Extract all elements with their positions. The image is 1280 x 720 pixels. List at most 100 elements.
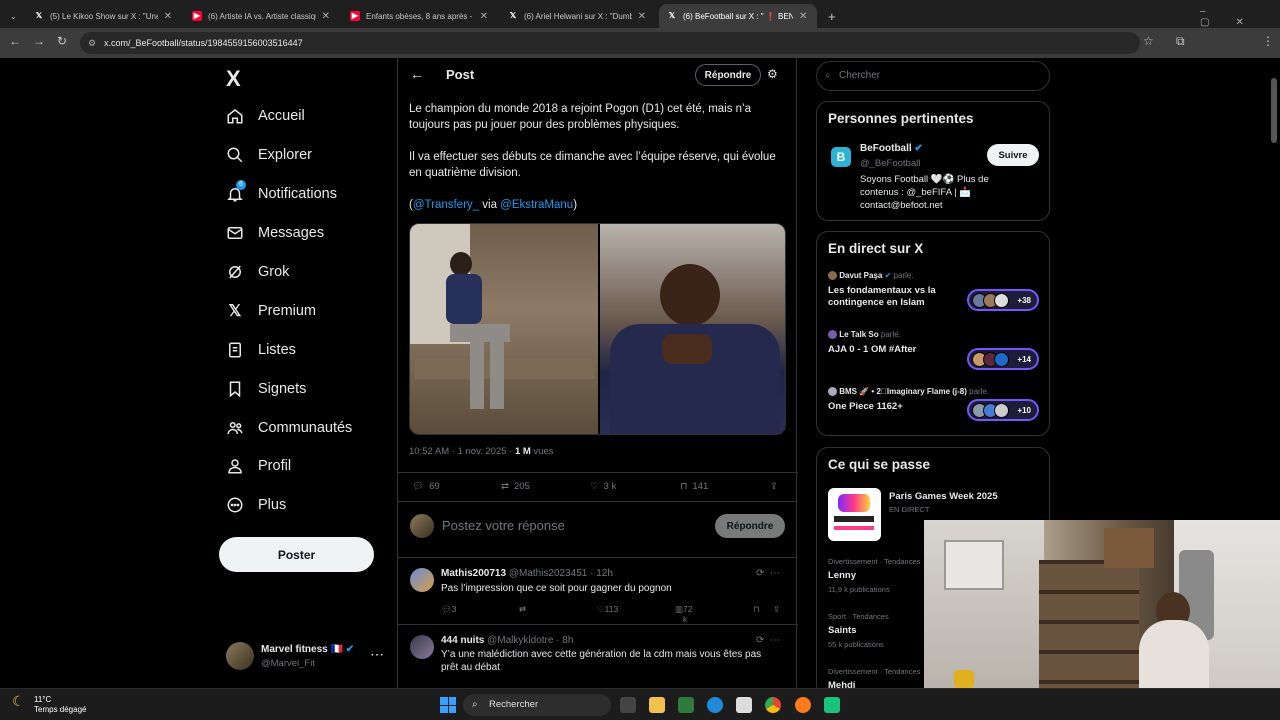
close-tab-icon[interactable]: ✕: [799, 11, 807, 22]
post-photo[interactable]: [410, 224, 598, 434]
sidebar-item-accueil[interactable]: Accueil: [226, 101, 305, 131]
avatar: [828, 330, 837, 340]
reply-input[interactable]: Postez votre réponse: [442, 518, 565, 533]
avatar: [410, 635, 434, 659]
taskbar-search[interactable]: ⌕ Rechercher: [463, 694, 611, 716]
avatar: [828, 387, 837, 397]
chrome-icon[interactable]: [765, 697, 781, 713]
search-icon: [226, 146, 244, 164]
close-tab-icon[interactable]: ✕: [480, 11, 488, 22]
firefox-icon[interactable]: [795, 697, 811, 713]
mention-link[interactable]: @Transfery_: [413, 199, 479, 211]
search-icon: ⌕: [472, 699, 478, 710]
back-arrow-icon[interactable]: ←: [9, 34, 21, 48]
store-icon[interactable]: [736, 697, 752, 713]
bell-icon: 6: [226, 180, 246, 203]
repost-icon: ⇄: [501, 481, 509, 492]
repost-icon[interactable]: ⇄: [519, 604, 526, 615]
app-icon[interactable]: [824, 697, 840, 713]
sidebar-item-premium[interactable]: 𝕏 Premium: [226, 296, 316, 326]
sidebar-item-signets[interactable]: Signets: [226, 374, 306, 404]
site-info-icon[interactable]: ⚙: [88, 32, 96, 54]
list-icon: [226, 341, 244, 359]
moon-icon: ☾: [12, 693, 25, 709]
tab-list-button[interactable]: ⌄: [2, 4, 22, 28]
comment-icon[interactable]: 💬︎ 3: [441, 604, 457, 615]
reply-more-icons[interactable]: ⟳ ⋯: [756, 635, 780, 646]
reply-action[interactable]: 💬︎ 69: [412, 481, 440, 492]
event-thumbnail[interactable]: [828, 488, 881, 541]
edge-icon[interactable]: [707, 697, 723, 713]
reply-button[interactable]: Répondre: [695, 64, 761, 86]
sidebar-item-notifications[interactable]: 6 Notifications: [226, 179, 337, 209]
heart-icon: ♡: [590, 481, 599, 492]
share-action[interactable]: ⇪: [770, 481, 778, 492]
windows-start-icon[interactable]: [440, 697, 456, 713]
bookmark-icon[interactable]: ⊓: [753, 604, 760, 615]
browser-chrome: ⌄ 𝕏 (5) Le Kikoo Show sur X : "Une ✕ ▶ (…: [0, 0, 1280, 58]
sidebar-item-listes[interactable]: Listes: [226, 335, 296, 365]
sidebar-item-messages[interactable]: Messages: [226, 218, 324, 248]
page-scrollbar[interactable]: [1271, 78, 1277, 143]
task-view-icon[interactable]: [620, 697, 636, 713]
reply-submit-button[interactable]: Répondre: [715, 514, 785, 538]
reply-item[interactable]: Mathis200713 @Mathis2023451 · 12h ⟳ ⋯ Pa…: [398, 558, 798, 625]
sidebar-item-profil[interactable]: Profil: [226, 451, 291, 481]
befootball-avatar[interactable]: B: [831, 147, 851, 167]
menu-icon[interactable]: ⋮: [1262, 34, 1274, 48]
card-title: Personnes pertinentes: [828, 111, 974, 126]
sidebar-item-explorer[interactable]: Explorer: [226, 140, 312, 170]
file-explorer-icon[interactable]: [649, 697, 665, 713]
x-logo-icon[interactable]: X: [226, 66, 241, 92]
app-icon[interactable]: [678, 697, 694, 713]
views-icon[interactable]: ▥ 72 k: [675, 604, 693, 624]
live-space-item[interactable]: Le Talk So parle. AJA 0 - 1 OM #After +1…: [828, 330, 1043, 370]
url-field[interactable]: ⚙ x.com/_BeFootball/status/1984559156003…: [80, 32, 1140, 54]
browser-tab[interactable]: ▶ (6) Artiste IA vs. Artiste classiqu ✕: [184, 4, 338, 28]
more-dots-icon[interactable]: ⋯: [370, 646, 384, 663]
star-icon[interactable]: ☆: [1143, 34, 1154, 48]
reload-icon[interactable]: ↻: [57, 34, 67, 48]
repost-action[interactable]: ⇄ 205: [501, 481, 530, 492]
post-media[interactable]: [409, 223, 786, 435]
account-switcher[interactable]: Marvel fitness 🇫🇷 ✔ @Marvel_Fit ⋯: [226, 642, 386, 674]
mention-link[interactable]: @EkstraManu: [500, 199, 573, 211]
listeners-pill[interactable]: +10: [967, 399, 1039, 421]
browser-tab[interactable]: ▶ Enfants obèses, 8 ans après - Y ✕: [342, 4, 496, 28]
browser-tab-active[interactable]: 𝕏 (6) BeFootball sur X : " ❗ BENJ ✕: [659, 4, 817, 28]
listeners-pill[interactable]: +38: [967, 289, 1039, 311]
back-arrow-icon[interactable]: ←: [410, 66, 424, 82]
card-title: En direct sur X: [828, 241, 924, 256]
like-action[interactable]: ♡ 3 k: [590, 481, 616, 492]
live-space-item[interactable]: BMS 🚀 • 2⃣Imaginary Flame (j-8) parle. O…: [828, 387, 1043, 421]
live-space-item[interactable]: Davut Paşa ✔ parle. Les fondamentaux vs …: [828, 271, 1043, 311]
share-icon[interactable]: ⇪: [773, 604, 780, 615]
listeners-pill[interactable]: +14: [967, 348, 1039, 370]
browser-tab[interactable]: 𝕏 (6) Ariel Helwani sur X : "Dumb ✕: [500, 4, 654, 28]
reply-item[interactable]: 444 nuits @Malkykldotre · 8h ⟳ ⋯ Y’a une…: [398, 625, 798, 688]
sidebar-item-plus[interactable]: Plus: [226, 490, 286, 520]
sidebar-item-grok[interactable]: Grok: [226, 257, 289, 287]
close-tab-icon[interactable]: ✕: [322, 11, 330, 22]
bookmark-action[interactable]: ⊓ 141: [680, 481, 708, 492]
close-tab-icon[interactable]: ✕: [164, 11, 172, 22]
post-photo[interactable]: [600, 224, 785, 434]
bookmark-icon: ⊓: [680, 481, 688, 492]
search-input[interactable]: ⌕ Chercher: [816, 61, 1050, 91]
new-tab-button[interactable]: +: [820, 4, 840, 28]
forward-arrow-icon[interactable]: →: [33, 34, 45, 48]
settings-sliders-icon[interactable]: ⚙: [767, 67, 778, 81]
post-button[interactable]: Poster: [219, 537, 374, 572]
heart-icon[interactable]: ♡ 113: [597, 604, 618, 615]
extensions-icon[interactable]: ⧉: [1176, 34, 1185, 49]
browser-tab[interactable]: 𝕏 (5) Le Kikoo Show sur X : "Une ✕: [26, 4, 180, 28]
follow-button[interactable]: Suivre: [987, 144, 1039, 166]
weather-widget[interactable]: ☾ 11°C Temps dégagé: [12, 693, 86, 715]
reply-composer: Postez votre réponse Répondre: [398, 502, 798, 558]
window-controls[interactable]: –▢✕: [1200, 6, 1280, 28]
profile-name[interactable]: BeFootball ✔: [860, 143, 923, 154]
close-tab-icon[interactable]: ✕: [638, 11, 646, 22]
sidebar-item-communautes[interactable]: Communautés: [226, 413, 352, 443]
event-title[interactable]: Paris Games Week 2025: [889, 491, 998, 502]
reply-more-icons[interactable]: ⟳ ⋯: [756, 568, 780, 579]
